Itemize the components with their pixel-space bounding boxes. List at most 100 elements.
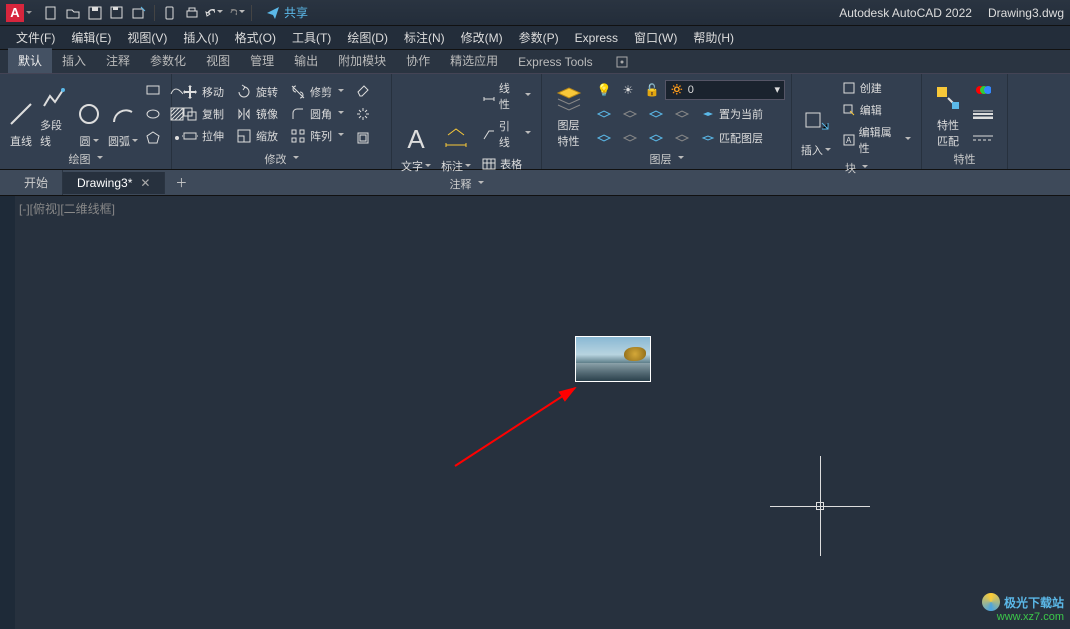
new-tab-button[interactable]: ＋ (169, 173, 193, 193)
close-tab-icon[interactable]: ✕ (140, 176, 150, 190)
menu-express[interactable]: Express (569, 29, 624, 47)
layerfrz-icon[interactable] (645, 103, 667, 125)
app-logo[interactable]: A (6, 4, 24, 22)
menu-format[interactable]: 格式(O) (229, 27, 282, 48)
offset-icon[interactable] (352, 127, 374, 149)
leader-button[interactable]: 引线 (478, 116, 535, 152)
menu-file[interactable]: 文件(F) (10, 27, 61, 48)
block-attrib-button[interactable]: A编辑属性 (838, 122, 915, 158)
tab-collab[interactable]: 协作 (396, 48, 440, 73)
print-icon[interactable] (183, 4, 201, 22)
layerthw-icon[interactable] (619, 127, 641, 149)
open-icon[interactable] (64, 4, 82, 22)
undo-icon[interactable] (205, 4, 223, 22)
layer-combo[interactable]: 🔅0▾ (665, 80, 785, 100)
model-viewport[interactable]: [-][俯视][二维线框] 极光下载站 www.xz7.com (15, 196, 1070, 629)
layeriso-icon[interactable] (593, 103, 615, 125)
viewport-label[interactable]: [-][俯视][二维线框] (19, 200, 115, 217)
tab-drawing3[interactable]: Drawing3* ✕ (63, 172, 165, 194)
dimension-button[interactable]: 标注 (438, 78, 474, 174)
ellipse-icon[interactable] (142, 103, 164, 125)
tab-output[interactable]: 输出 (284, 48, 328, 73)
menu-insert[interactable]: 插入(I) (177, 27, 224, 48)
linear-button[interactable]: 线性 (478, 78, 535, 114)
menu-params[interactable]: 参数(P) (513, 27, 565, 48)
menu-help[interactable]: 帮助(H) (687, 27, 740, 48)
rotate-button[interactable]: 旋转 (232, 82, 282, 102)
tab-insert[interactable]: 插入 (52, 48, 96, 73)
new-icon[interactable] (42, 4, 60, 22)
line-button[interactable]: 直线 (6, 78, 36, 149)
text-button[interactable]: A文字 (398, 78, 434, 174)
polygon-icon[interactable] (142, 127, 164, 149)
mirror-button[interactable]: 镜像 (232, 104, 282, 124)
erase-icon[interactable] (352, 79, 374, 101)
tab-overflow-icon[interactable] (611, 51, 633, 73)
block-edit-button[interactable]: 编辑 (838, 100, 915, 120)
tab-view[interactable]: 视图 (196, 48, 240, 73)
trim-button[interactable]: 修剪 (286, 82, 348, 102)
menu-draw[interactable]: 绘图(D) (341, 27, 394, 48)
menu-tools[interactable]: 工具(T) (286, 27, 337, 48)
lineweight-icon[interactable] (972, 103, 994, 125)
tab-start[interactable]: 开始 (10, 170, 63, 195)
menu-dim[interactable]: 标注(N) (398, 27, 451, 48)
bylayer-color-icon[interactable] (972, 79, 994, 101)
copy-button[interactable]: 复制 (178, 104, 228, 124)
layer-props-button[interactable]: 图层 特性 (548, 78, 589, 149)
mobile-icon[interactable] (161, 4, 179, 22)
arc-button[interactable]: 圆弧 (108, 78, 138, 149)
tab-parametric[interactable]: 参数化 (140, 48, 196, 73)
menu-view[interactable]: 视图(V) (121, 27, 173, 48)
block-create-button[interactable]: 创建 (838, 78, 915, 98)
rect-icon[interactable] (142, 79, 164, 101)
saveas-icon[interactable] (108, 4, 126, 22)
layerun-icon[interactable] (593, 127, 615, 149)
tab-annotate[interactable]: 注释 (96, 48, 140, 73)
layeroff-icon[interactable] (619, 103, 641, 125)
explode-icon[interactable] (352, 103, 374, 125)
layer-lock-icon[interactable]: 🔓 (641, 79, 663, 101)
match-props-button[interactable]: 特性 匹配 (928, 78, 968, 149)
circle-button[interactable]: 圆 (74, 78, 104, 149)
set-current-button[interactable]: 置为当前 (697, 103, 767, 125)
move-button[interactable]: 移动 (178, 82, 228, 102)
panel-draw-title[interactable]: 绘图 (6, 149, 165, 167)
tab-expresstools[interactable]: Express Tools (508, 51, 602, 73)
layerprv-icon[interactable] (671, 127, 693, 149)
linetype-icon[interactable] (972, 127, 994, 149)
panel-layer-title[interactable]: 图层 (548, 149, 785, 167)
stretch-button[interactable]: 拉伸 (178, 126, 228, 146)
scale-button[interactable]: 缩放 (232, 126, 282, 146)
tab-addins[interactable]: 附加模块 (328, 48, 396, 73)
panel-modify: 移动 复制 拉伸 旋转 镜像 缩放 修剪 圆角 阵列 修改 (172, 74, 392, 169)
layer-bulb-icon[interactable]: 💡 (593, 79, 615, 101)
inserted-image[interactable] (575, 336, 651, 382)
table-button[interactable]: 表格 (478, 154, 535, 174)
annotation-arrow (445, 376, 595, 476)
panel-annot-title[interactable]: 注释 (398, 174, 535, 192)
panel-modify-title[interactable]: 修改 (178, 149, 385, 167)
web-save-icon[interactable] (130, 4, 148, 22)
polyline-button[interactable]: 多段线 (40, 78, 70, 149)
tab-default[interactable]: 默认 (8, 48, 52, 73)
tab-featured[interactable]: 精选应用 (440, 48, 508, 73)
panel-block-title[interactable]: 块 (798, 158, 915, 176)
save-icon[interactable] (86, 4, 104, 22)
share-button[interactable]: 共享 (266, 4, 308, 21)
block-insert-button[interactable]: 插入 (798, 78, 834, 158)
fillet-button[interactable]: 圆角 (286, 104, 348, 124)
menu-modify[interactable]: 修改(M) (455, 27, 509, 48)
layerulk-icon[interactable] (645, 127, 667, 149)
panel-draw: 直线 多段线 圆 圆弧 绘图 (0, 74, 172, 169)
crosshair-cursor (770, 456, 870, 556)
tab-manage[interactable]: 管理 (240, 48, 284, 73)
menu-edit[interactable]: 编辑(E) (65, 27, 117, 48)
match-layer-button[interactable]: 匹配图层 (697, 127, 767, 149)
redo-icon[interactable] (227, 4, 245, 22)
menu-window[interactable]: 窗口(W) (628, 27, 683, 48)
layer-sun-icon[interactable]: ☀ (617, 79, 639, 101)
panel-props-title[interactable]: 特性 (928, 149, 1001, 167)
layerlck-icon[interactable] (671, 103, 693, 125)
array-button[interactable]: 阵列 (286, 126, 348, 146)
